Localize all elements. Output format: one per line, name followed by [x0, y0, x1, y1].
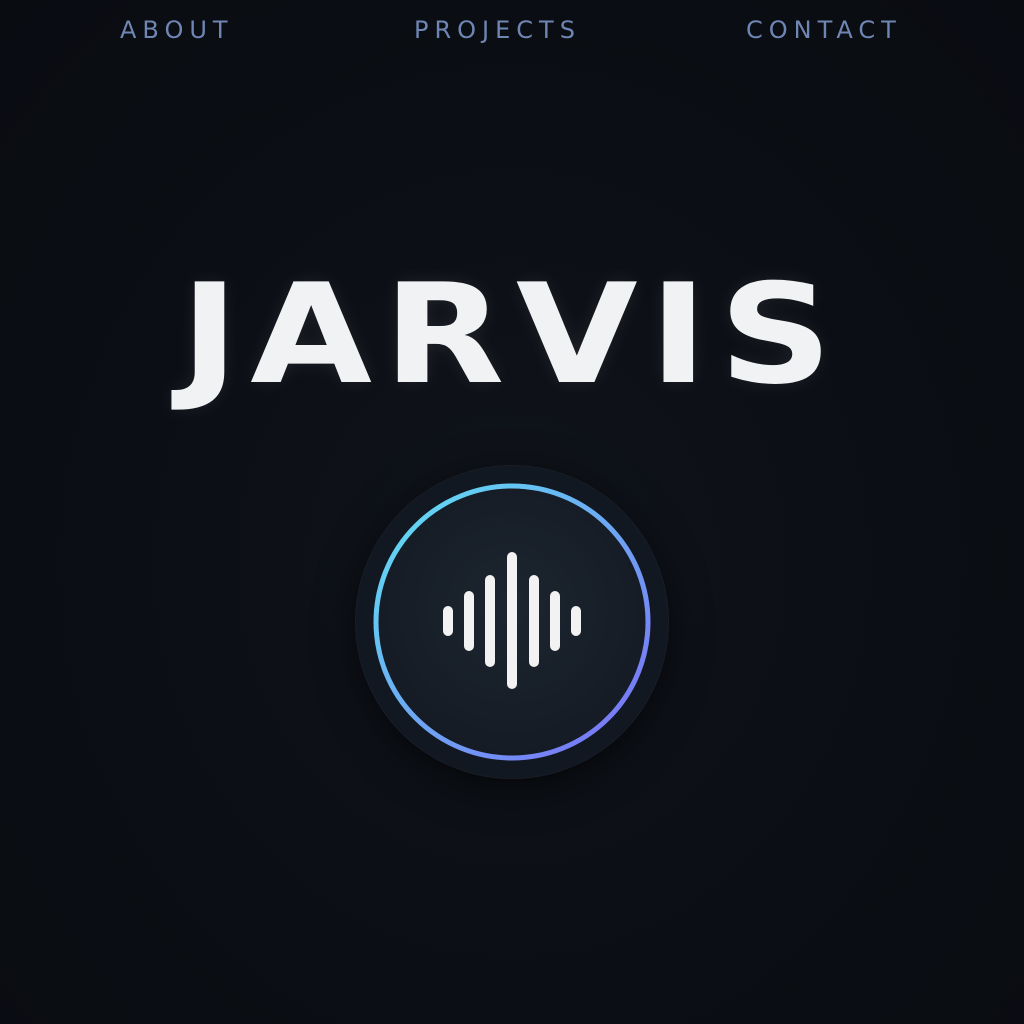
- nav-contact-link[interactable]: CONTACT: [746, 16, 902, 44]
- top-nav: ABOUT PROJECTS CONTACT: [0, 0, 1024, 70]
- hero-title: JARVIS: [180, 254, 844, 416]
- voice-assistant-button[interactable]: [355, 465, 669, 779]
- nav-projects-link[interactable]: PROJECTS: [414, 16, 581, 44]
- page: ABOUT PROJECTS CONTACT JARVIS: [0, 0, 1024, 1024]
- nav-about-link[interactable]: ABOUT: [120, 16, 234, 44]
- voice-button-graphic: [356, 466, 668, 778]
